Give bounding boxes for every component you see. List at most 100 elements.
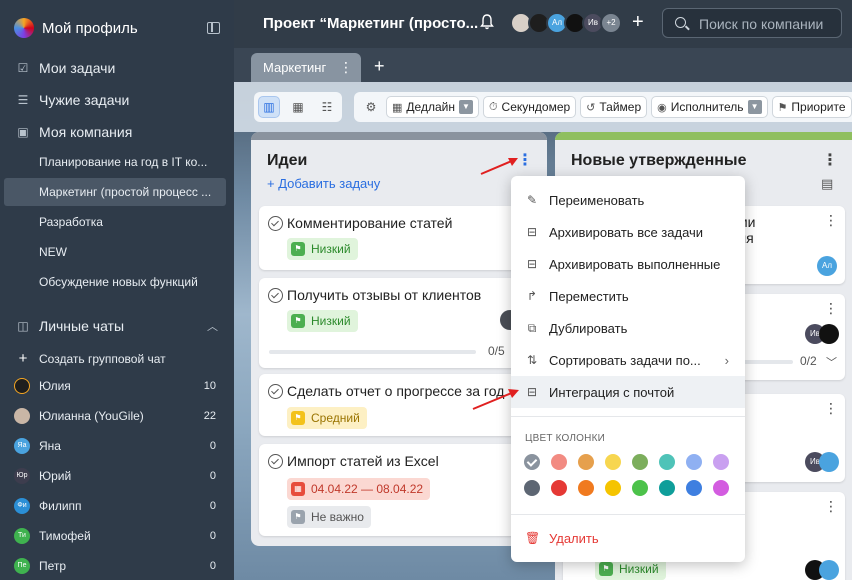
tab-kebab-icon[interactable]: ⋮ <box>339 53 353 82</box>
kanban-view-icon[interactable]: ▥ <box>258 96 280 118</box>
add-member-icon[interactable]: + <box>632 11 644 34</box>
column-title[interactable]: Идеи <box>267 152 307 170</box>
column-title[interactable]: Новые утвержденные <box>571 152 746 170</box>
search-box[interactable] <box>662 8 842 38</box>
user-icon: ◉ <box>657 101 667 114</box>
add-tab-icon[interactable]: + <box>374 56 385 77</box>
profile-header[interactable]: Мой профиль <box>14 18 220 38</box>
menu-item-mail-integration[interactable]: ⊟ Интеграция с почтой <box>511 376 745 408</box>
profile-title[interactable]: Мой профиль <box>42 20 207 37</box>
menu-item-archive-done[interactable]: ⊟ Архивировать выполненные <box>511 248 745 280</box>
project-members[interactable]: Ал Ив +2 <box>510 12 622 34</box>
chat-count: 0 <box>209 440 216 452</box>
task-check-icon[interactable] <box>268 384 283 399</box>
chat-item[interactable]: Ти Тимофей 0 <box>14 528 216 544</box>
color-swatch[interactable] <box>686 454 702 470</box>
priority-badge[interactable]: ⚑ Средний <box>287 407 367 429</box>
task-card[interactable]: Комментирование статей ⚑ Низкий <box>259 206 531 270</box>
assignee-filter-button[interactable]: ◉ Исполнитель ▼ <box>651 96 768 118</box>
menu-item-archive-all[interactable]: ⊟ Архивировать все задачи <box>511 216 745 248</box>
color-swatch[interactable] <box>524 480 540 496</box>
chat-item[interactable]: Яа Яна 0 <box>14 438 216 454</box>
card-kebab-icon[interactable]: ⋮ <box>824 498 838 515</box>
bell-icon[interactable] <box>480 14 494 30</box>
profile-avatar[interactable] <box>14 18 34 38</box>
color-swatch[interactable] <box>605 454 621 470</box>
stopwatch-button[interactable]: ⏱ Секундомер <box>482 96 577 118</box>
color-swatch[interactable] <box>686 480 702 496</box>
tab-marketing[interactable]: Маркетинг ⋮ <box>251 53 361 82</box>
create-group-chat-button[interactable]: + Создать групповой чат <box>16 350 166 367</box>
chat-item[interactable]: Юлия 10 <box>14 378 216 394</box>
chat-item[interactable]: Пе Петр 0 <box>14 558 216 574</box>
avatar[interactable] <box>819 452 839 472</box>
color-swatch[interactable] <box>605 480 621 496</box>
column-kebab-icon[interactable]: ⋮ <box>822 150 838 170</box>
avatar[interactable] <box>819 324 839 344</box>
funnel-icon[interactable]: ▼ <box>747 100 762 114</box>
color-swatch[interactable] <box>713 454 729 470</box>
color-swatch[interactable] <box>578 480 594 496</box>
sidebar-chats-header[interactable]: ◫ Личные чаты ︿ <box>16 318 218 334</box>
color-swatch[interactable] <box>659 454 675 470</box>
sidebar-item-company[interactable]: ▣ Моя компания <box>16 124 132 140</box>
menu-item-delete[interactable]: 🗑 Удалить <box>511 522 745 554</box>
timer-label: Таймер <box>599 100 642 114</box>
deadline-badge[interactable]: ▦ 04.04.22 — 08.04.22 <box>287 478 431 500</box>
color-swatch[interactable] <box>632 454 648 470</box>
card-kebab-icon[interactable]: ⋮ <box>824 300 838 317</box>
chevron-up-icon[interactable]: ︿ <box>207 318 218 334</box>
priority-badge[interactable]: ⚑ Не важно <box>287 506 371 528</box>
menu-item-rename[interactable]: ✎ Переименовать <box>511 184 745 216</box>
sidebar-project-new[interactable]: NEW <box>4 238 226 266</box>
menu-item-sort[interactable]: ⇅ Сортировать задачи по... › <box>511 344 745 376</box>
task-check-icon[interactable] <box>268 288 283 303</box>
color-swatch[interactable] <box>551 480 567 496</box>
trash-icon: 🗑 <box>525 531 541 545</box>
add-task-button[interactable]: + Добавить задачу <box>267 176 380 191</box>
priority-badge[interactable]: ⚑ Низкий <box>287 310 358 332</box>
collapse-sidebar-icon[interactable] <box>207 22 220 34</box>
task-card[interactable]: Импорт статей из Excel ▦ 04.04.22 — 08.0… <box>259 444 531 536</box>
color-swatch[interactable] <box>578 454 594 470</box>
color-swatch[interactable] <box>632 480 648 496</box>
color-swatch[interactable] <box>713 480 729 496</box>
card-kebab-icon[interactable]: ⋮ <box>824 212 838 229</box>
chat-item[interactable]: Фи Филипп 0 <box>14 498 216 514</box>
avatar: Пе <box>14 558 30 574</box>
sidebar-project-development[interactable]: Разработка <box>4 208 226 236</box>
task-card[interactable]: Получить отзывы от клиентов ⚑ Низкий 0/5 <box>259 278 531 368</box>
timer-button[interactable]: ↺ Таймер <box>580 96 648 118</box>
flag-icon: ⚑ <box>777 101 788 114</box>
sidebar-item-others-tasks[interactable]: ☰ Чужие задачи <box>16 92 130 108</box>
chevron-down-icon[interactable]: ﹀ <box>826 354 837 370</box>
chat-item[interactable]: Юр Юрий 0 <box>14 468 216 484</box>
sidebar-project-marketing[interactable]: Маркетинг (простой процесс ... <box>4 178 226 206</box>
card-kebab-icon[interactable]: ⋮ <box>824 400 838 417</box>
menu-item-duplicate[interactable]: ⧉ Дублировать <box>511 312 745 344</box>
avatar[interactable] <box>819 560 839 580</box>
color-swatch[interactable] <box>551 454 567 470</box>
project-title[interactable]: Проект “Маркетинг (просто... <box>263 15 478 32</box>
priority-filter-button[interactable]: ⚑ Приорите <box>771 96 852 118</box>
sidebar-item-my-tasks[interactable]: ☑ Мои задачи <box>16 60 116 76</box>
priority-badge[interactable]: ⚑ Низкий <box>287 238 358 260</box>
list-view-icon[interactable]: ☷ <box>316 96 338 118</box>
color-swatch[interactable] <box>659 480 675 496</box>
task-check-icon[interactable] <box>268 216 283 231</box>
column-layout-icon[interactable]: ▤ <box>821 176 833 192</box>
color-swatch[interactable] <box>524 454 540 470</box>
calendar-view-icon[interactable]: ▦ <box>287 96 309 118</box>
menu-item-move[interactable]: ↱ Переместить <box>511 280 745 312</box>
more-members-badge[interactable]: +2 <box>600 12 622 34</box>
settings-gear-icon[interactable]: ⚙ <box>360 96 382 118</box>
deadline-filter-button[interactable]: ▦ Дедлайн ▼ <box>386 96 479 118</box>
sidebar-project-discussion[interactable]: Обсуждение новых функций <box>4 268 226 296</box>
task-check-icon[interactable] <box>268 454 283 469</box>
chat-item[interactable]: Юлианна (YouGile) 22 <box>14 408 216 424</box>
subtask-progress-bar <box>743 360 793 364</box>
funnel-icon[interactable]: ▼ <box>458 100 473 114</box>
sidebar-project-planning[interactable]: Планирование на год в IT ко... <box>4 148 226 176</box>
avatar[interactable]: Ал <box>817 256 837 276</box>
search-input[interactable] <box>699 15 839 33</box>
